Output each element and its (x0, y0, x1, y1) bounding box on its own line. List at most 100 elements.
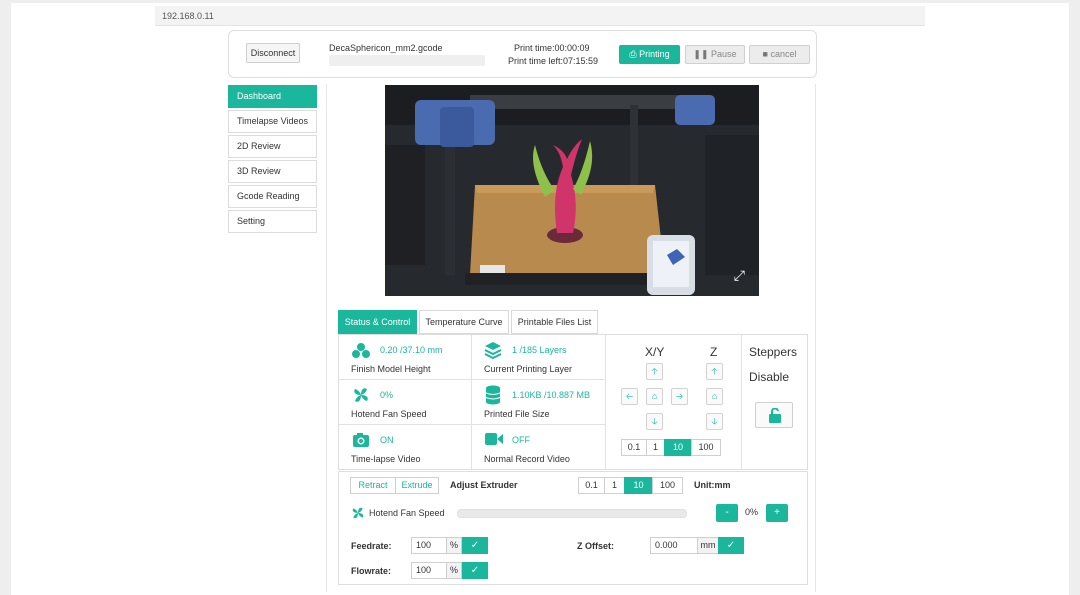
feedrate-label: Feedrate: (351, 541, 392, 551)
model-height-value: 0.20 /37.10 mm (380, 345, 443, 355)
check-icon: ✓ (470, 565, 480, 576)
flowrate-apply-button[interactable]: ✓ (462, 562, 488, 579)
z-offset-label: Z Offset: (577, 541, 614, 551)
feedrate-input[interactable]: 100 (411, 537, 447, 554)
stop-icon: ■ (762, 49, 768, 59)
fan-icon (352, 507, 364, 519)
tab-printable-files[interactable]: Printable Files List (511, 310, 598, 334)
sidebar-item-setting[interactable]: Setting (228, 210, 317, 233)
fan-increase-button[interactable]: + (766, 504, 788, 522)
database-icon (485, 385, 501, 405)
home-icon: ⌂ (711, 391, 718, 401)
printer-camera-image (385, 85, 759, 296)
feedrate-apply-button[interactable]: ✓ (462, 537, 488, 554)
move-step-0.1[interactable]: 0.1 (621, 439, 647, 456)
tab-temperature-curve[interactable]: Temperature Curve (419, 310, 509, 334)
flowrate-label: Flowrate: (351, 566, 392, 576)
cancel-button[interactable]: ■ cancel (749, 45, 810, 64)
home-z-button[interactable]: ⌂ (706, 388, 723, 405)
home-icon: ⌂ (651, 391, 658, 401)
check-icon: ✓ (726, 540, 736, 551)
layers-model-icon (352, 343, 370, 358)
adjust-extruder-label: Adjust Extruder (450, 480, 518, 490)
pause-icon: ❚❚ (693, 49, 709, 59)
extrude-step-1[interactable]: 1 (604, 477, 625, 494)
record-video-label: Normal Record Video (484, 454, 570, 464)
move-step-1[interactable]: 1 (646, 439, 665, 456)
unlock-icon (769, 408, 781, 423)
address-bar[interactable]: 192.168.0.11 (155, 6, 925, 26)
sidebar: Dashboard Timelapse Videos 2D Review 3D … (228, 85, 317, 235)
fan-speed-value: 0% (380, 390, 394, 400)
fan-speed-slider-label: Hotend Fan Speed (369, 508, 445, 518)
sidebar-item-3d-review[interactable]: 3D Review (228, 160, 317, 183)
printing-button[interactable]: ⎙ Printing (619, 45, 680, 64)
xy-label: X/Y (645, 345, 665, 359)
timelapse-cell: ON Time-lapse Video (339, 425, 472, 470)
model-height-cell: 0.20 /37.10 mm Finish Model Height (339, 335, 472, 380)
home-xy-button[interactable]: ⌂ (646, 388, 663, 405)
z-label: Z (710, 345, 718, 359)
y-plus-arrow[interactable]: 🡡 (646, 363, 663, 380)
extrude-step-0.1[interactable]: 0.1 (578, 477, 605, 494)
print-icon: ⎙ (629, 49, 637, 59)
print-time: Print time:00:00:09 (514, 43, 590, 53)
fan-decrease-button[interactable]: - (716, 504, 738, 522)
move-step-100[interactable]: 100 (691, 439, 721, 456)
extrude-step-10[interactable]: 10 (624, 477, 653, 494)
extruder-control-panel: Retract Extrude Adjust Extruder 0.1 1 10… (338, 471, 808, 585)
z-offset-apply-button[interactable]: ✓ (718, 537, 744, 554)
check-icon: ✓ (470, 540, 480, 551)
z-plus-arrow[interactable]: 🡡 (706, 363, 723, 380)
sidebar-item-gcode-reading[interactable]: Gcode Reading (228, 185, 317, 208)
print-time-left: Print time left:07:15:59 (508, 56, 599, 66)
fullscreen-icon[interactable]: ⤢ (734, 267, 745, 284)
extrude-button[interactable]: Extrude (395, 477, 439, 494)
fan-percent-value: 0% (745, 507, 759, 517)
disable-steppers-button[interactable] (755, 402, 793, 428)
fan-speed-cell: 0% Hotend Fan Speed (339, 380, 472, 425)
steppers-panel: Steppers Disable (742, 335, 808, 470)
fan-icon (354, 388, 368, 402)
retract-button[interactable]: Retract (350, 477, 396, 494)
flowrate-input[interactable]: 100 (411, 562, 447, 579)
fan-speed-label: Hotend Fan Speed (351, 409, 427, 419)
disable-label: Disable (749, 370, 790, 384)
move-step-10[interactable]: 10 (664, 439, 692, 456)
camera-feed: ⤢ (385, 85, 759, 296)
video-icon (485, 433, 503, 445)
feedrate-unit: % (446, 537, 462, 554)
file-size-value: 1.10KB /10.887 MB (512, 390, 591, 400)
x-minus-arrow[interactable]: 🡠 (621, 388, 638, 405)
current-layer-value: 1 /185 Layers (512, 345, 567, 355)
extrude-step-100[interactable]: 100 (652, 477, 683, 494)
status-grid: 0.20 /37.10 mm Finish Model Height 1 /18… (338, 334, 808, 470)
unit-label: Unit:mm (694, 480, 731, 490)
fan-speed-slider[interactable] (457, 509, 687, 518)
tab-status-control[interactable]: Status & Control (338, 310, 417, 334)
layers-icon (484, 342, 502, 359)
sidebar-item-timelapse-videos[interactable]: Timelapse Videos (228, 110, 317, 133)
flowrate-unit: % (446, 562, 462, 579)
sidebar-item-dashboard[interactable]: Dashboard (228, 85, 317, 108)
x-plus-arrow[interactable]: 🡢 (671, 388, 688, 405)
record-video-cell: OFF Normal Record Video (472, 425, 606, 470)
y-minus-arrow[interactable]: 🡣 (646, 413, 663, 430)
pause-button[interactable]: ❚❚ Pause (685, 45, 745, 64)
current-layer-label: Current Printing Layer (484, 364, 573, 374)
file-name: DecaSphericon_mm2.gcode (329, 43, 443, 53)
motion-control-panel: X/Y Z 🡡 🡠 ⌂ 🡢 🡣 🡡 ⌂ 🡣 0.1 1 10 100 (606, 335, 742, 470)
camera-icon (353, 433, 369, 447)
z-minus-arrow[interactable]: 🡣 (706, 413, 723, 430)
record-video-value: OFF (512, 435, 530, 445)
steppers-label: Steppers (749, 345, 798, 359)
file-progress-bar (329, 55, 485, 66)
timelapse-label: Time-lapse Video (351, 454, 421, 464)
timelapse-value: ON (380, 435, 394, 445)
model-height-label: Finish Model Height (351, 364, 431, 374)
file-size-label: Printed File Size (484, 409, 550, 419)
file-size-cell: 1.10KB /10.887 MB Printed File Size (472, 380, 606, 425)
disconnect-button[interactable]: Disconnect (246, 43, 300, 63)
z-offset-input[interactable]: 0.000 (650, 537, 698, 554)
sidebar-item-2d-review[interactable]: 2D Review (228, 135, 317, 158)
